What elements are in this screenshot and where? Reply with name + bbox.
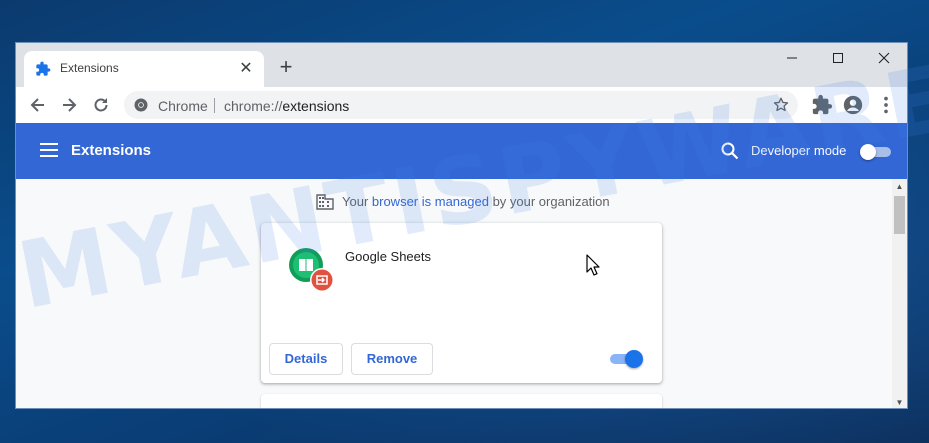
close-icon bbox=[878, 52, 890, 64]
page-title: Extensions bbox=[71, 142, 152, 159]
developer-mode-label: Developer mode bbox=[751, 143, 847, 158]
extension-card: Google Sheets Details Remove bbox=[261, 223, 662, 383]
reload-button[interactable] bbox=[89, 93, 113, 117]
tab-title: Extensions bbox=[60, 61, 119, 75]
hamburger-menu-icon[interactable] bbox=[40, 142, 58, 158]
url-text: chrome://extensions bbox=[224, 98, 349, 114]
extension-card-next bbox=[261, 394, 662, 408]
account-avatar-icon[interactable] bbox=[842, 94, 864, 116]
remove-button[interactable]: Remove bbox=[351, 343, 433, 375]
scroll-down-arrow-icon[interactable]: ▼ bbox=[892, 395, 907, 408]
tab-close-icon[interactable]: ✕ bbox=[236, 59, 256, 79]
forward-arrow-icon bbox=[63, 98, 77, 112]
site-label: Chrome bbox=[158, 98, 208, 114]
mouse-cursor-icon bbox=[586, 254, 600, 276]
extensions-puzzle-icon[interactable] bbox=[811, 94, 833, 116]
puzzle-icon bbox=[36, 61, 51, 76]
chrome-logo-icon bbox=[134, 98, 148, 112]
maximize-icon bbox=[833, 53, 843, 63]
browser-toolbar: Chrome chrome://extensions bbox=[16, 87, 907, 123]
extension-toggle-knob bbox=[625, 350, 643, 368]
back-button[interactable] bbox=[26, 93, 50, 117]
scroll-up-arrow-icon[interactable]: ▲ bbox=[892, 179, 907, 194]
managed-notice-text: Your browser is managed by your organiza… bbox=[342, 194, 610, 209]
url-scheme: chrome:// bbox=[224, 98, 283, 114]
developer-mode-toggle[interactable] bbox=[860, 144, 892, 160]
managed-suffix: by your organization bbox=[488, 194, 610, 209]
tab-strip: Extensions ✕ + bbox=[16, 43, 907, 87]
address-bar[interactable]: Chrome chrome://extensions bbox=[124, 91, 798, 119]
reload-icon bbox=[94, 98, 108, 112]
extensions-header: Extensions Developer mode bbox=[16, 123, 907, 179]
managed-link[interactable]: browser is managed bbox=[372, 194, 489, 209]
extension-enable-toggle[interactable] bbox=[609, 350, 643, 368]
building-icon bbox=[316, 194, 334, 210]
bookmark-star-icon[interactable] bbox=[772, 96, 790, 114]
address-separator bbox=[214, 98, 215, 113]
page-scrollbar[interactable]: ▲ ▼ bbox=[892, 179, 907, 408]
forward-button[interactable] bbox=[57, 93, 81, 117]
scroll-thumb[interactable] bbox=[894, 196, 905, 234]
minimize-button[interactable] bbox=[769, 43, 815, 73]
browser-window: Extensions ✕ + Chrome chrome://extension… bbox=[15, 42, 908, 409]
details-button[interactable]: Details bbox=[269, 343, 343, 375]
minimize-icon bbox=[787, 57, 797, 59]
search-icon[interactable] bbox=[720, 141, 740, 161]
extensions-content: Your browser is managed by your organiza… bbox=[16, 179, 892, 408]
extension-name: Google Sheets bbox=[345, 249, 432, 264]
window-close-button[interactable] bbox=[861, 43, 907, 73]
new-tab-button[interactable]: + bbox=[274, 56, 298, 80]
developer-mode-toggle-knob bbox=[860, 144, 876, 160]
url-path: extensions bbox=[282, 98, 350, 114]
google-sheets-logo-icon bbox=[289, 248, 334, 292]
managed-prefix: Your bbox=[342, 194, 372, 209]
more-menu-icon[interactable] bbox=[875, 94, 897, 116]
maximize-button[interactable] bbox=[815, 43, 861, 73]
back-arrow-icon bbox=[30, 98, 44, 112]
tab-extensions[interactable]: Extensions ✕ bbox=[24, 51, 264, 87]
